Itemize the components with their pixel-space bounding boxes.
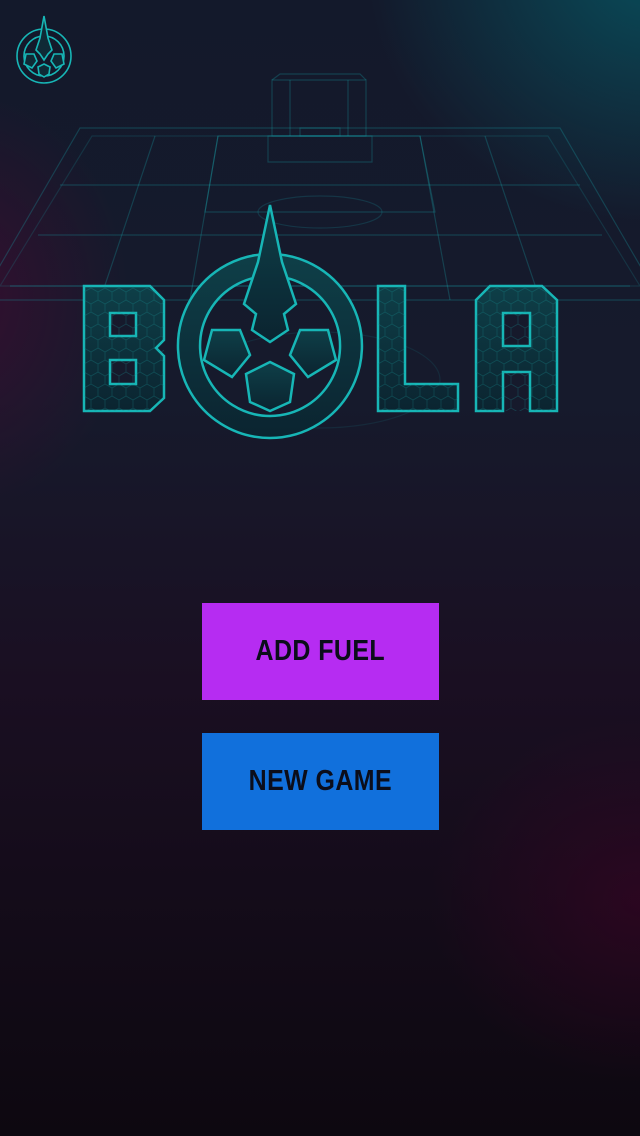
add-fuel-label: ADD FUEL	[255, 635, 386, 667]
logo-pentagon-bottom	[244, 360, 296, 413]
bola-logo	[82, 204, 559, 440]
bola-emblem-icon[interactable]	[14, 14, 74, 86]
new-game-button[interactable]: NEW GAME	[202, 733, 439, 830]
background-scene	[0, 73, 640, 440]
logo-pentagon-right	[288, 328, 338, 379]
logo-pentagon-left	[202, 328, 252, 379]
add-fuel-button[interactable]: ADD FUEL	[202, 603, 439, 700]
new-game-label: NEW GAME	[248, 765, 393, 797]
